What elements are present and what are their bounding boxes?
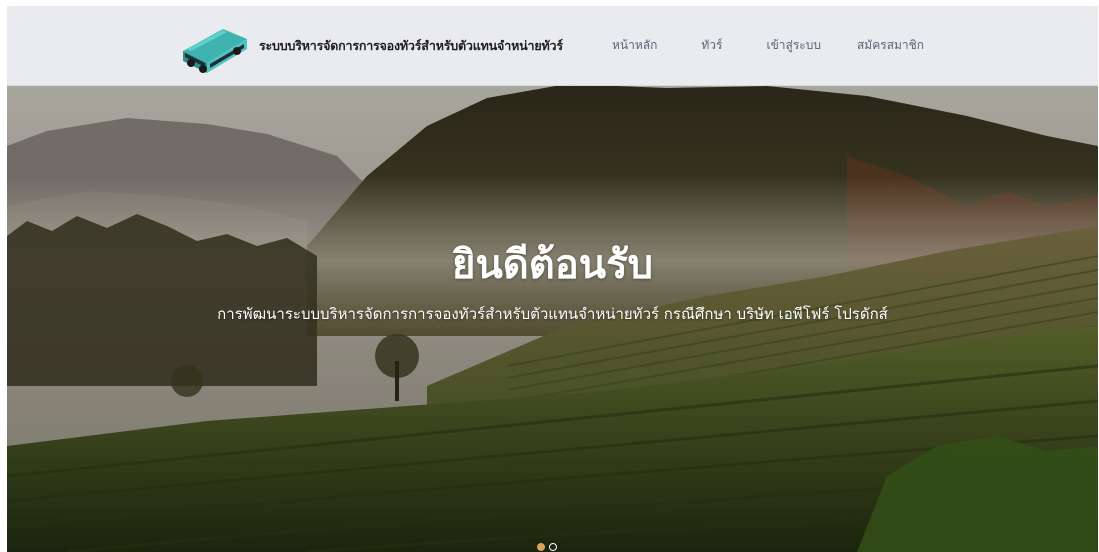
carousel-indicators bbox=[537, 543, 557, 551]
hero-title: ยินดีต้อนรับ bbox=[452, 242, 653, 288]
nav-tours-link[interactable]: ทัวร์ bbox=[701, 36, 722, 55]
main-nav: หน้าหลัก ทัวร์ เข้าสู่ระบบ สมัครสมาชิก bbox=[612, 36, 924, 55]
navbar: ระบบบริหารจัดการการจองทัวร์สำหรับตัวแทนจ… bbox=[7, 6, 1098, 86]
hero-subtitle: การพัฒนาระบบบริหารจัดการการจองทัวร์สำหรั… bbox=[217, 305, 888, 323]
brand[interactable]: ระบบบริหารจัดการการจองทัวร์สำหรับตัวแทนจ… bbox=[177, 16, 563, 76]
page-frame: ระบบบริหารจัดการการจองทัวร์สำหรับตัวแทนจ… bbox=[7, 6, 1098, 552]
carousel-dot-2[interactable] bbox=[549, 543, 557, 551]
nav-register-link[interactable]: สมัครสมาชิก bbox=[857, 36, 924, 55]
bus-icon bbox=[183, 29, 247, 73]
brand-title: ระบบบริหารจัดการการจองทัวร์สำหรับตัวแทนจ… bbox=[259, 38, 563, 53]
nav-login-link[interactable]: เข้าสู่ระบบ bbox=[766, 36, 821, 55]
carousel-dot-1[interactable] bbox=[537, 543, 545, 551]
nav-home-link[interactable]: หน้าหลัก bbox=[612, 36, 657, 55]
